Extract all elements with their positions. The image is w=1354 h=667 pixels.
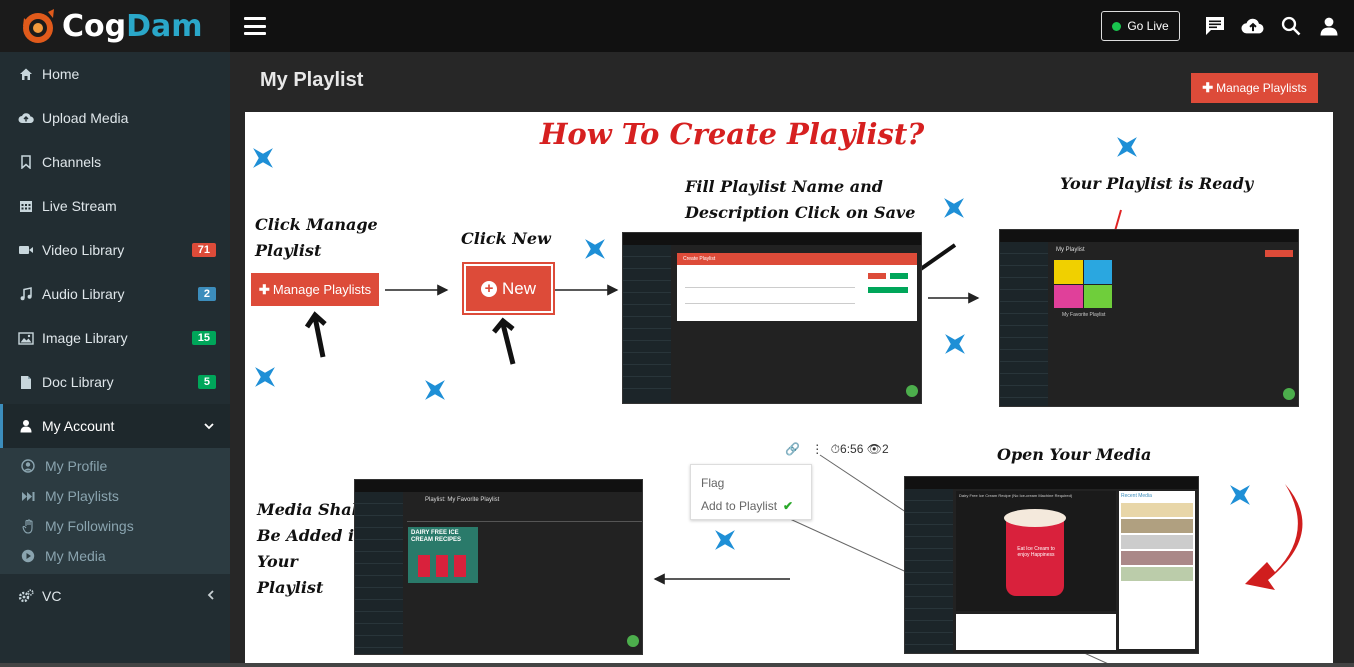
sidebar-item-label: Audio Library <box>42 286 125 302</box>
bookmark-icon <box>18 154 34 170</box>
sidebar-item-home[interactable]: Home <box>0 52 230 96</box>
step3-screenshot: Create Playlist <box>622 232 922 404</box>
sidebar-item-my-account[interactable]: My Account <box>0 404 230 448</box>
doc-count-badge: 5 <box>197 375 216 389</box>
sidebar-item-doc-library[interactable]: Doc Library 5 <box>0 360 230 404</box>
submenu-item-label: My Playlists <box>45 488 119 504</box>
sidebar-item-video-library[interactable]: Video Library 71 <box>0 228 230 272</box>
sidebar-item-label: Doc Library <box>42 374 114 390</box>
sidebar-item-label: Video Library <box>42 242 125 258</box>
step5-screenshot: Dairy Free Ice Cream Recipe (No Ice-crea… <box>904 476 1199 654</box>
user-icon <box>18 418 34 434</box>
step6-text: Media Shall Be Added in Your Playlist <box>257 500 366 597</box>
home-icon <box>18 66 34 82</box>
menu-toggle-icon[interactable] <box>244 17 266 35</box>
submenu-item-label: My Profile <box>45 458 108 474</box>
messages-icon[interactable] <box>1203 14 1227 38</box>
content-header: My Playlist ✚ Manage Playlists <box>230 52 1354 112</box>
step4-screenshot: My Playlist My Favorite Playlist <box>999 229 1299 407</box>
sidebar-item-live-stream[interactable]: Live Stream <box>0 184 230 228</box>
sidebar-item-label: Image Library <box>42 330 128 346</box>
audio-count-badge: 2 <box>197 287 216 301</box>
search-icon[interactable] <box>1279 14 1303 38</box>
submenu-item-my-profile[interactable]: My Profile <box>0 451 230 481</box>
flag-menu-item: Flag <box>701 476 725 490</box>
image-icon <box>18 330 34 346</box>
user-circle-icon <box>20 459 36 473</box>
step2-new-button: + New <box>462 262 555 315</box>
sidebar-item-image-library[interactable]: Image Library 15 <box>0 316 230 360</box>
check-icon: ✔ <box>783 499 794 513</box>
step1-text: Click Manage Playlist <box>255 215 378 260</box>
page-title: My Playlist <box>260 69 364 91</box>
hand-icon <box>20 518 36 534</box>
chevron-down-icon <box>204 419 214 433</box>
go-live-label: Go Live <box>1127 19 1169 33</box>
brand-name: CogDam <box>62 8 203 44</box>
image-count-badge: 15 <box>191 331 216 345</box>
clock-icon: ⏱ <box>830 442 841 456</box>
user-profile-icon[interactable] <box>1317 14 1341 38</box>
top-navbar: Go Live <box>230 0 1354 52</box>
submenu-item-label: My Media <box>45 548 106 564</box>
sidebar-item-label: VC <box>42 588 62 604</box>
eye-icon: 👁 <box>866 442 882 456</box>
logo[interactable]: CogDam <box>0 0 230 52</box>
cloud-upload-icon <box>18 110 34 126</box>
sidebar-item-audio-library[interactable]: Audio Library 2 <box>0 272 230 316</box>
media-context-menu: Flag Add to Playlist ✔ <box>690 464 812 520</box>
step1-manage-playlists-button: ✚ Manage Playlists <box>251 273 379 306</box>
plus-circle-icon: + <box>480 280 497 297</box>
sidebar-item-label: Channels <box>42 154 102 170</box>
step2-text: Click New <box>461 229 551 248</box>
step5-text: Open Your Media <box>997 445 1152 464</box>
cogs-icon <box>18 588 34 604</box>
sidebar-item-vc[interactable]: VC <box>0 574 230 618</box>
submenu-item-my-followings[interactable]: My Followings <box>0 511 230 541</box>
account-submenu: My Profile My Playlists My Followings My… <box>0 448 230 574</box>
guide-title: How To Create Playlist? <box>540 117 925 151</box>
go-live-button[interactable]: Go Live <box>1101 11 1180 41</box>
upload-cloud-icon[interactable] <box>1241 14 1265 38</box>
sidebar-item-label: Live Stream <box>42 198 117 214</box>
file-icon <box>18 374 34 390</box>
video-camera-icon <box>18 242 34 258</box>
live-dot-icon <box>1112 21 1122 31</box>
play-circle-icon <box>20 549 36 563</box>
playlist-guide-image: How To Create Playlist? Click Manage Pla… <box>245 112 1333 667</box>
sidebar-item-label: Home <box>42 66 80 82</box>
music-icon <box>18 286 34 302</box>
submenu-item-label: My Followings <box>45 518 134 534</box>
window-bottom-edge <box>0 663 1354 667</box>
sidebar-item-label: My Account <box>42 418 115 434</box>
submenu-item-my-playlists[interactable]: My Playlists <box>0 481 230 511</box>
link-icon: 🔗 <box>785 442 800 456</box>
sidebar-item-upload-media[interactable]: Upload Media <box>0 96 230 140</box>
fast-forward-icon <box>20 491 36 502</box>
manage-playlists-button[interactable]: ✚ Manage Playlists <box>1191 73 1318 103</box>
logo-mark-icon <box>23 9 54 43</box>
submenu-item-my-media[interactable]: My Media <box>0 541 230 571</box>
plus-icon: ✚ <box>1202 80 1214 95</box>
step3-text: Fill Playlist Name and Description Click… <box>685 177 916 222</box>
sidebar-item-label: Upload Media <box>42 110 129 126</box>
step6-screenshot: Playlist: My Favorite Playlist DAIRY FRE… <box>354 479 643 655</box>
video-count-badge: 71 <box>191 243 216 257</box>
sidebar-item-channels[interactable]: Channels <box>0 140 230 184</box>
chevron-left-icon <box>207 589 214 603</box>
more-vertical-icon: ⋮ <box>811 442 824 456</box>
calendar-icon <box>18 198 34 214</box>
add-to-playlist-menu-item: Add to Playlist ✔ <box>701 499 794 513</box>
step4-text: Your Playlist is Ready <box>1060 174 1254 193</box>
manage-playlists-label: Manage Playlists <box>1216 81 1307 95</box>
sidebar: CogDam Home Upload Media Channels Live S… <box>0 0 230 667</box>
media-meta: 🔗 ⋮ ⏱6:56 👁2 <box>785 442 889 456</box>
